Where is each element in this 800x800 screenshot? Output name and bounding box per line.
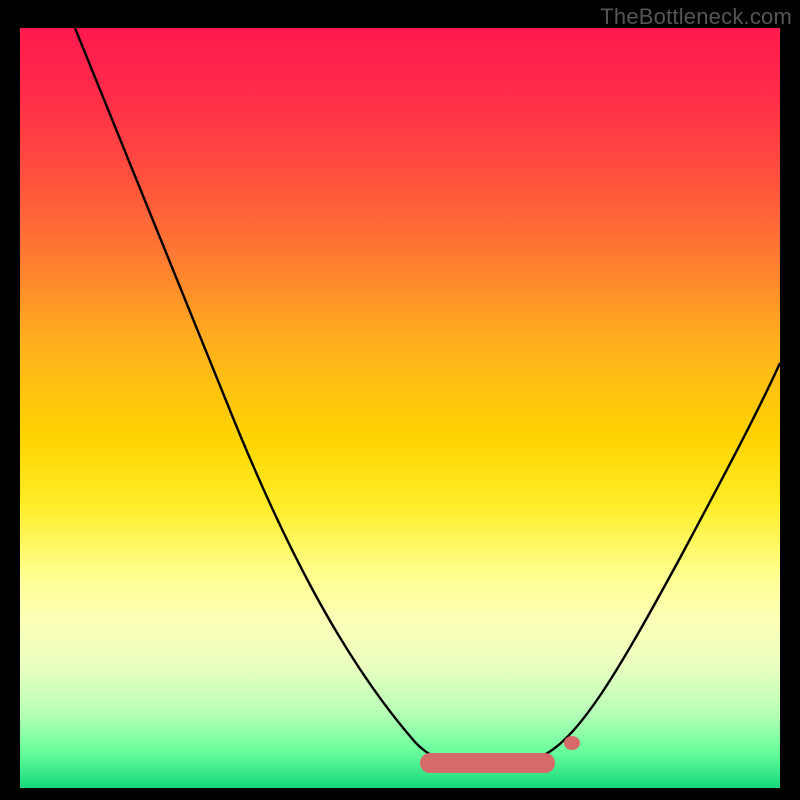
plot-area: [20, 28, 780, 788]
valley-highlight-bar: [420, 753, 555, 773]
chart-frame: TheBottleneck.com: [0, 0, 800, 800]
valley-dot-right: [564, 736, 580, 750]
watermark-text: TheBottleneck.com: [600, 4, 792, 30]
curve-path: [75, 28, 780, 769]
bottleneck-curve: [20, 28, 780, 788]
